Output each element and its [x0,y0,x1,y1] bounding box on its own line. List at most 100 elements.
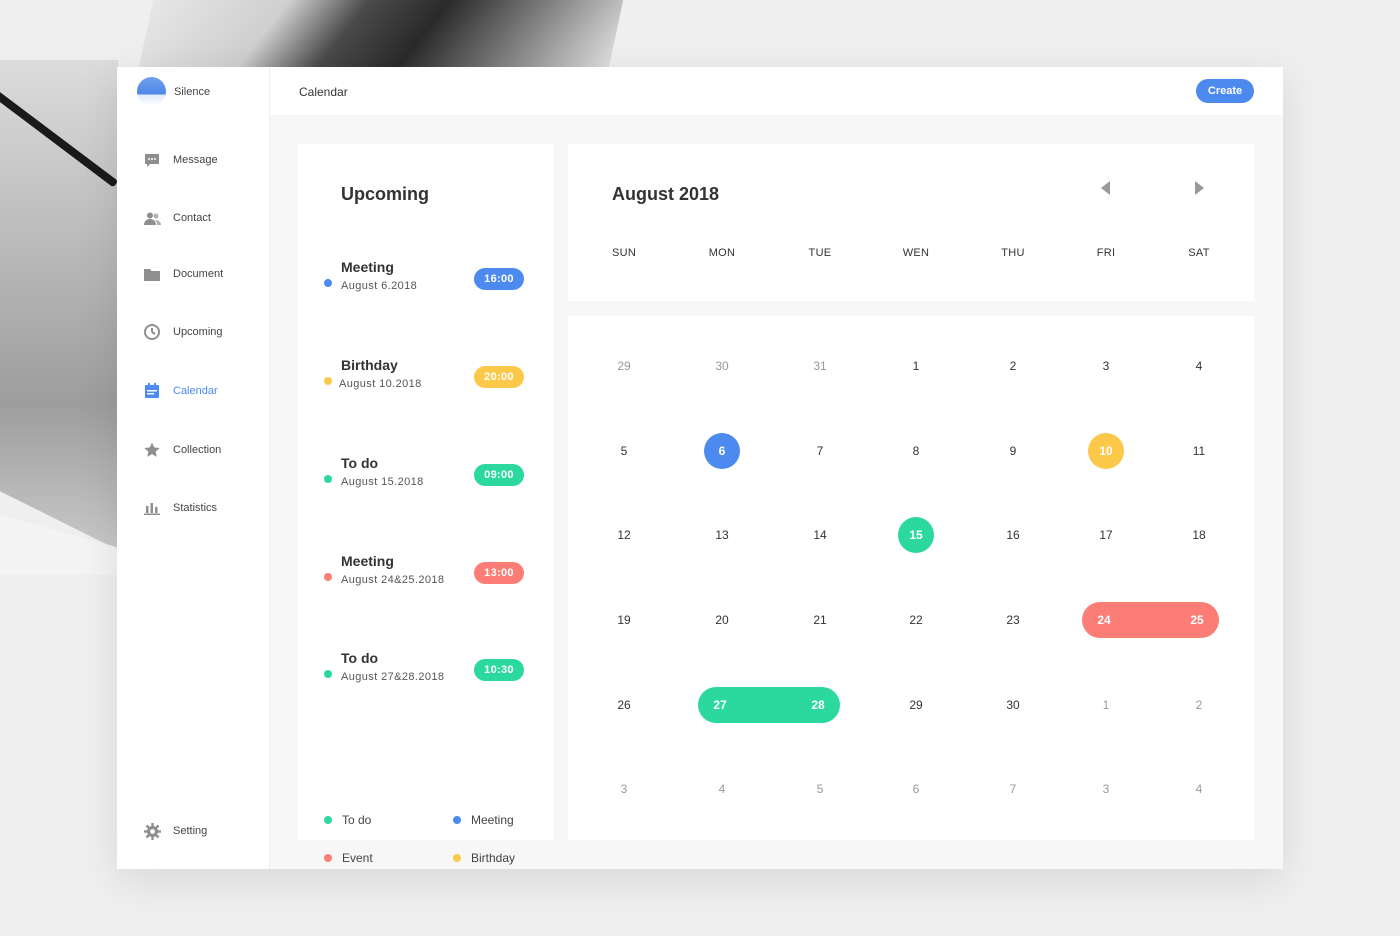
create-button[interactable]: Create [1196,79,1254,103]
message-icon [143,151,161,169]
calendar-day[interactable]: 30 [702,356,742,376]
sidebar-item-statistics[interactable]: Statistics [143,499,217,517]
calendar-day[interactable]: 6 [704,433,740,469]
background-object [138,0,632,70]
calendar-grid: 29 30 31 1 2 3 4 5 6 7 8 9 10 11 12 13 14 15 16 17 18 19 20 21 2… [568,316,1254,840]
calendar-day[interactable]: 27 [700,695,740,715]
prev-month-button[interactable] [1092,174,1120,202]
sidebar-item-collection[interactable]: Collection [143,441,221,459]
event-dot [324,670,332,678]
event-item[interactable]: Meeting August 6.2018 16:00 [298,259,554,309]
month-title: August 2018 [612,184,720,204]
sidebar-item-contact[interactable]: Contact [143,209,211,227]
sidebar-item-label: Upcoming [173,326,223,338]
weekday-label: MON [708,247,736,259]
calendar-day[interactable]: 12 [604,525,644,545]
calendar-day[interactable]: 29 [896,695,936,715]
profile[interactable]: Silence [137,77,210,106]
calendar-day[interactable]: 3 [604,779,644,799]
chevron-left-icon [1101,181,1110,195]
sidebar-item-label: Message [173,154,218,166]
calendar-day[interactable]: 4 [702,779,742,799]
calendar-day[interactable]: 26 [604,695,644,715]
event-item[interactable]: Birthday August 10.2018 20:00 [298,357,554,407]
calendar-day[interactable]: 7 [800,441,840,461]
calendar-day[interactable]: 23 [993,610,1033,630]
event-date: August 27&28.2018 [341,671,445,683]
event-dot [324,279,332,287]
calendar-day[interactable]: 11 [1179,441,1219,461]
event-date: August 24&25.2018 [341,574,445,586]
calendar-day[interactable]: 14 [800,525,840,545]
background-object [0,60,118,550]
weekday-label: THU [1001,247,1025,259]
calendar-day[interactable]: 9 [993,441,1033,461]
sidebar: Silence Message Contact Document Upcomin [117,67,270,869]
calendar-day[interactable]: 29 [604,356,644,376]
calendar-day[interactable]: 15 [898,517,934,553]
sidebar-item-calendar[interactable]: Calendar [143,382,218,400]
app-window: Silence Message Contact Document Upcomin [117,67,1283,869]
calendar-day[interactable]: 4 [1179,779,1219,799]
calendar-day[interactable]: 16 [993,525,1033,545]
weekday-label: SAT [1188,247,1210,259]
calendar-day[interactable]: 28 [798,695,838,715]
legend-dot [324,854,332,862]
calendar-day[interactable]: 1 [1086,695,1126,715]
folder-icon [143,265,161,283]
legend-item: Meeting [453,813,514,827]
calendar-day[interactable]: 2 [1179,695,1219,715]
calendar-day[interactable]: 8 [896,441,936,461]
legend-dot [324,816,332,824]
calendar-day[interactable]: 24 [1084,610,1124,630]
calendar-icon [143,382,161,400]
calendar-day[interactable]: 1 [896,356,936,376]
calendar-day[interactable]: 3 [1086,779,1126,799]
calendar-day[interactable]: 19 [604,610,644,630]
weekday-label: FRI [1096,247,1116,259]
calendar-day[interactable]: 5 [800,779,840,799]
calendar-day[interactable]: 18 [1179,525,1219,545]
event-dot [324,573,332,581]
event-item[interactable]: To do August 27&28.2018 10:30 [298,650,554,700]
profile-name: Silence [174,85,211,98]
sidebar-item-label: Statistics [173,502,218,514]
bar-chart-icon [143,499,161,517]
event-dot [324,475,332,483]
calendar-day[interactable]: 5 [604,441,644,461]
avatar[interactable] [137,77,166,106]
event-item[interactable]: To do August 15.2018 09:00 [298,455,554,505]
event-name: To do [341,650,379,666]
calendar-day[interactable]: 2 [993,356,1033,376]
calendar-day[interactable]: 4 [1179,356,1219,376]
legend-label: To do [342,813,372,827]
calendar-day[interactable]: 13 [702,525,742,545]
calendar-day[interactable]: 22 [896,610,936,630]
calendar-day[interactable]: 25 [1177,610,1217,630]
sidebar-item-message[interactable]: Message [143,151,218,169]
gear-icon [143,822,161,840]
event-name: Birthday [341,357,398,373]
sidebar-item-label: Document [173,268,224,280]
event-item[interactable]: Meeting August 24&25.2018 13:00 [298,553,554,603]
sidebar-item-upcoming[interactable]: Upcoming [143,323,223,341]
next-month-button[interactable] [1185,174,1213,202]
calendar-day[interactable]: 17 [1086,525,1126,545]
calendar-day[interactable]: 3 [1086,356,1126,376]
calendar-day[interactable]: 30 [993,695,1033,715]
event-time-badge: 10:30 [474,659,524,681]
legend-item: Birthday [453,851,515,865]
calendar-day[interactable]: 20 [702,610,742,630]
sidebar-item-document[interactable]: Document [143,265,223,283]
calendar-day[interactable]: 21 [800,610,840,630]
event-date: August 10.2018 [339,378,422,390]
calendar-day[interactable]: 31 [800,356,840,376]
sidebar-item-setting[interactable]: Setting [143,822,207,840]
legend-label: Birthday [471,851,516,865]
calendar-day[interactable]: 7 [993,779,1033,799]
event-dot [324,377,332,385]
star-icon [143,441,161,459]
calendar-day[interactable]: 6 [896,779,936,799]
calendar-day[interactable]: 10 [1088,433,1124,469]
event-time-badge: 16:00 [474,268,524,290]
